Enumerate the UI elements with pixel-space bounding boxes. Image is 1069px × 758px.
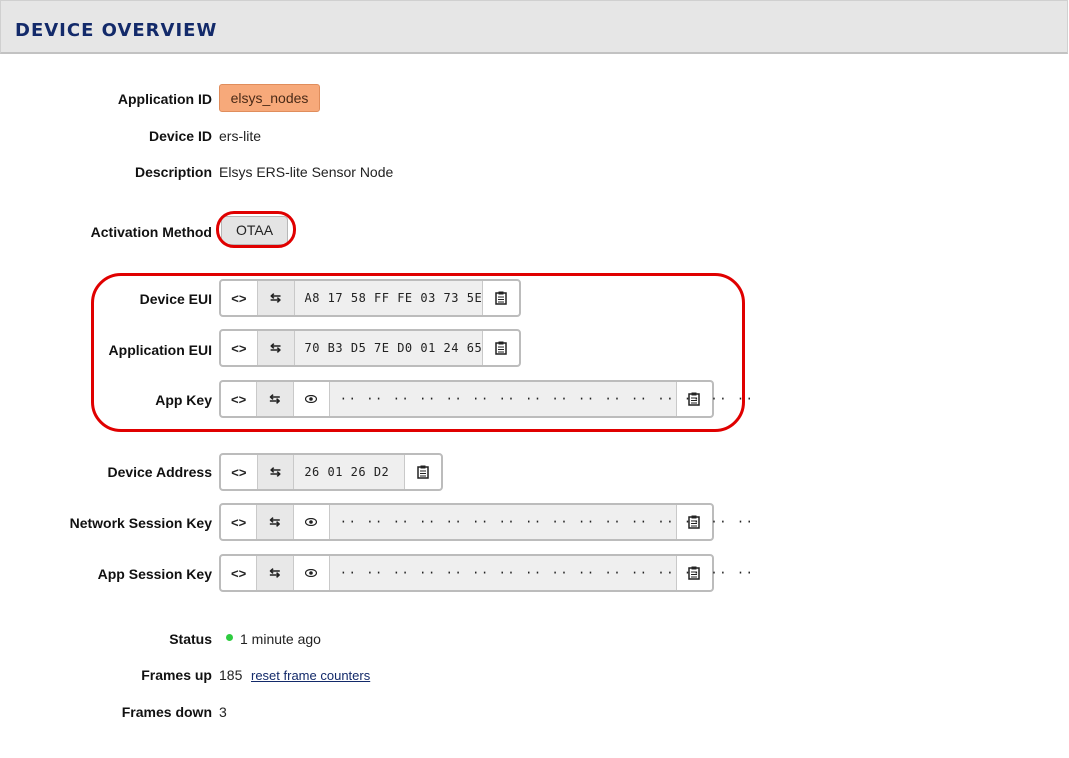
swap-arrows-icon[interactable]: ⇆ — [257, 281, 295, 315]
code-brackets-icon[interactable]: <> — [221, 455, 258, 489]
clipboard-icon[interactable] — [677, 505, 712, 539]
swap-arrows-icon[interactable]: ⇆ — [257, 382, 294, 416]
reset-frame-counters-link[interactable]: reset frame counters — [251, 668, 370, 683]
device-address-label: Device Address — [107, 464, 212, 480]
code-brackets-icon[interactable]: <> — [221, 556, 258, 590]
status-dot-icon — [226, 634, 233, 641]
device-eui-field: <> ⇆ A8 17 58 FF FE 03 73 5E — [219, 279, 521, 317]
clipboard-icon[interactable] — [405, 455, 441, 489]
application-id-tag[interactable]: elsys_nodes — [219, 84, 320, 112]
eye-icon[interactable] — [294, 382, 330, 416]
swap-arrows-icon[interactable]: ⇆ — [257, 455, 295, 489]
frames-up-label: Frames up — [141, 667, 212, 683]
clipboard-icon[interactable] — [677, 556, 712, 590]
swap-arrows-icon[interactable]: ⇆ — [257, 556, 294, 590]
page-title: DEVICE OVERVIEW — [15, 20, 218, 41]
app-key-value[interactable]: ·· ·· ·· ·· ·· ·· ·· ·· ·· ·· ·· ·· ·· ·… — [329, 382, 753, 416]
application-eui-field: <> ⇆ 70 B3 D5 7E D0 01 24 65 — [219, 329, 521, 367]
code-brackets-icon[interactable]: <> — [221, 505, 258, 539]
clipboard-icon[interactable] — [677, 382, 712, 416]
device-eui-label: Device EUI — [139, 291, 212, 307]
description-value: Elsys ERS-lite Sensor Node — [219, 164, 394, 180]
swap-arrows-icon[interactable]: ⇆ — [257, 331, 295, 365]
clipboard-icon[interactable] — [483, 331, 519, 365]
app-key-label: App Key — [155, 392, 212, 408]
eye-icon[interactable] — [294, 556, 330, 590]
swap-arrows-icon[interactable]: ⇆ — [257, 505, 294, 539]
status-value: 1 minute ago — [240, 631, 321, 647]
network-session-key-field: <> ⇆ ·· ·· ·· ·· ·· ·· ·· ·· ·· ·· ·· ··… — [219, 503, 753, 541]
application-id-label: Application ID — [117, 91, 212, 107]
code-brackets-icon[interactable]: <> — [221, 331, 258, 365]
description-label: Description — [134, 164, 212, 180]
device-eui-value[interactable]: A8 17 58 FF FE 03 73 5E — [294, 281, 484, 315]
status-label: Status — [169, 631, 212, 647]
network-session-key-value[interactable]: ·· ·· ·· ·· ·· ·· ·· ·· ·· ·· ·· ·· ·· ·… — [329, 505, 753, 539]
app-session-key-value[interactable]: ·· ·· ·· ·· ·· ·· ·· ·· ·· ·· ·· ·· ·· ·… — [329, 556, 753, 590]
device-address-value[interactable]: 26 01 26 D2 — [294, 455, 406, 489]
activation-method-label: Activation Method — [90, 224, 212, 240]
device-id-value: ers-lite — [219, 128, 262, 144]
app-key-field: <> ⇆ ·· ·· ·· ·· ·· ·· ·· ·· ·· ·· ·· ··… — [219, 380, 753, 418]
code-brackets-icon[interactable]: <> — [221, 281, 258, 315]
frames-down-label: Frames down — [121, 704, 212, 720]
app-session-key-label: App Session Key — [97, 566, 212, 582]
network-session-key-label: Network Session Key — [69, 515, 212, 531]
frames-down-value: 3 — [219, 704, 227, 720]
application-eui-value[interactable]: 70 B3 D5 7E D0 01 24 65 — [294, 331, 484, 365]
eye-icon[interactable] — [294, 505, 330, 539]
code-brackets-icon[interactable]: <> — [221, 382, 258, 416]
clipboard-icon[interactable] — [483, 281, 519, 315]
page-header: DEVICE OVERVIEW — [0, 0, 1068, 54]
app-session-key-field: <> ⇆ ·· ·· ·· ·· ·· ·· ·· ·· ·· ·· ·· ··… — [219, 554, 753, 592]
device-id-label: Device ID — [148, 128, 212, 144]
application-eui-label: Application EUI — [108, 342, 212, 358]
highlight-ring-activation — [216, 211, 296, 248]
frames-up-value: 185 — [219, 667, 243, 683]
device-address-field: <> ⇆ 26 01 26 D2 — [219, 453, 443, 491]
